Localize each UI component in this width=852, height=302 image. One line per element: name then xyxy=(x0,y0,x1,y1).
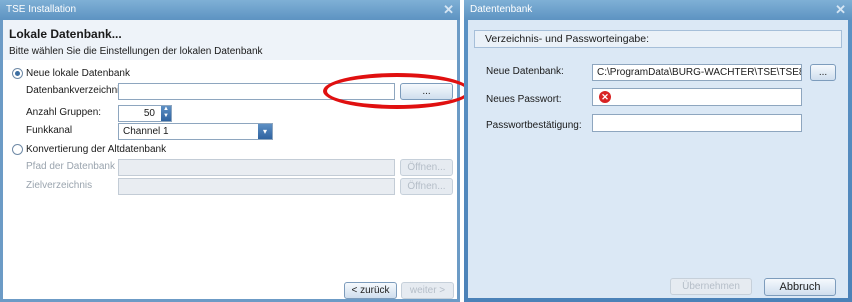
error-icon: ✕ xyxy=(599,91,611,103)
new-db-input[interactable]: C:\ProgramData\BURG-WACHTER\TSE\TSE8 xyxy=(592,64,802,81)
new-pw-input[interactable]: ✕ xyxy=(592,88,802,106)
groups-value: 50 xyxy=(143,108,155,119)
new-pw-label: Neues Passwort: xyxy=(486,94,562,105)
cancel-button[interactable]: Abbruch xyxy=(764,278,836,296)
close-icon[interactable]: ✕ xyxy=(835,0,846,20)
channel-label: Funkkanal xyxy=(26,125,73,136)
option-convert-label: Konvertierung der Altdatenbank xyxy=(26,144,167,155)
close-icon[interactable]: ✕ xyxy=(443,0,454,20)
page-heading: Lokale Datenbank... xyxy=(9,27,122,41)
title-bar: TSE Installation ✕ xyxy=(0,0,460,20)
confirm-pw-input[interactable] xyxy=(592,114,802,132)
tse-installation-window: TSE Installation ✕ Lokale Datenbank... B… xyxy=(0,0,460,302)
apply-button[interactable]: Übernehmen xyxy=(670,278,752,295)
window-title: Datentenbank xyxy=(470,4,533,15)
new-db-label: Neue Datenbank: xyxy=(486,66,564,77)
dropdown-arrow-icon[interactable]: ▾ xyxy=(258,124,272,139)
old-path-label: Pfad der Datenbank xyxy=(26,161,115,172)
db-dir-label: Datenbankverzeichnis xyxy=(26,85,125,96)
option-new-db-label: Neue lokale Datenbank xyxy=(26,68,130,79)
radio-convert-db[interactable] xyxy=(12,144,23,155)
datenbank-window: Datentenbank ✕ Verzeichnis- und Passwort… xyxy=(464,0,852,302)
title-bar: Datentenbank ✕ xyxy=(464,0,852,20)
spinner-icon[interactable]: ▲ ▼ xyxy=(161,106,171,121)
browse-button[interactable]: ... xyxy=(810,64,836,81)
old-path-input[interactable] xyxy=(118,159,395,176)
window-content: Verzeichnis- und Passworteingabe: Neue D… xyxy=(468,20,848,298)
new-db-value: C:\ProgramData\BURG-WACHTER\TSE\TSE8 xyxy=(597,67,802,78)
groups-spinner[interactable]: 50 ▲ ▼ xyxy=(118,105,172,122)
groups-label: Anzahl Gruppen: xyxy=(26,107,102,118)
window-content: Lokale Datenbank... Bitte wählen Sie die… xyxy=(3,20,457,299)
back-button[interactable]: < zurück xyxy=(344,282,397,299)
channel-select[interactable]: Channel 1 ▾ xyxy=(118,123,273,140)
radio-new-db[interactable] xyxy=(12,68,23,79)
window-title: TSE Installation xyxy=(6,4,77,15)
target-dir-open-button[interactable]: Öffnen... xyxy=(400,178,453,195)
target-dir-label: Zielverzeichnis xyxy=(26,180,93,191)
confirm-pw-label: Passwortbestätigung: xyxy=(486,120,582,131)
next-button[interactable]: weiter > xyxy=(401,282,454,299)
page-subheading: Bitte wählen Sie die Einstellungen der l… xyxy=(9,46,263,57)
channel-value: Channel 1 xyxy=(123,126,169,137)
old-path-open-button[interactable]: Öffnen... xyxy=(400,159,453,176)
group-header: Verzeichnis- und Passworteingabe: xyxy=(474,30,842,48)
highlight-annotation xyxy=(323,73,471,109)
target-dir-input[interactable] xyxy=(118,178,395,195)
